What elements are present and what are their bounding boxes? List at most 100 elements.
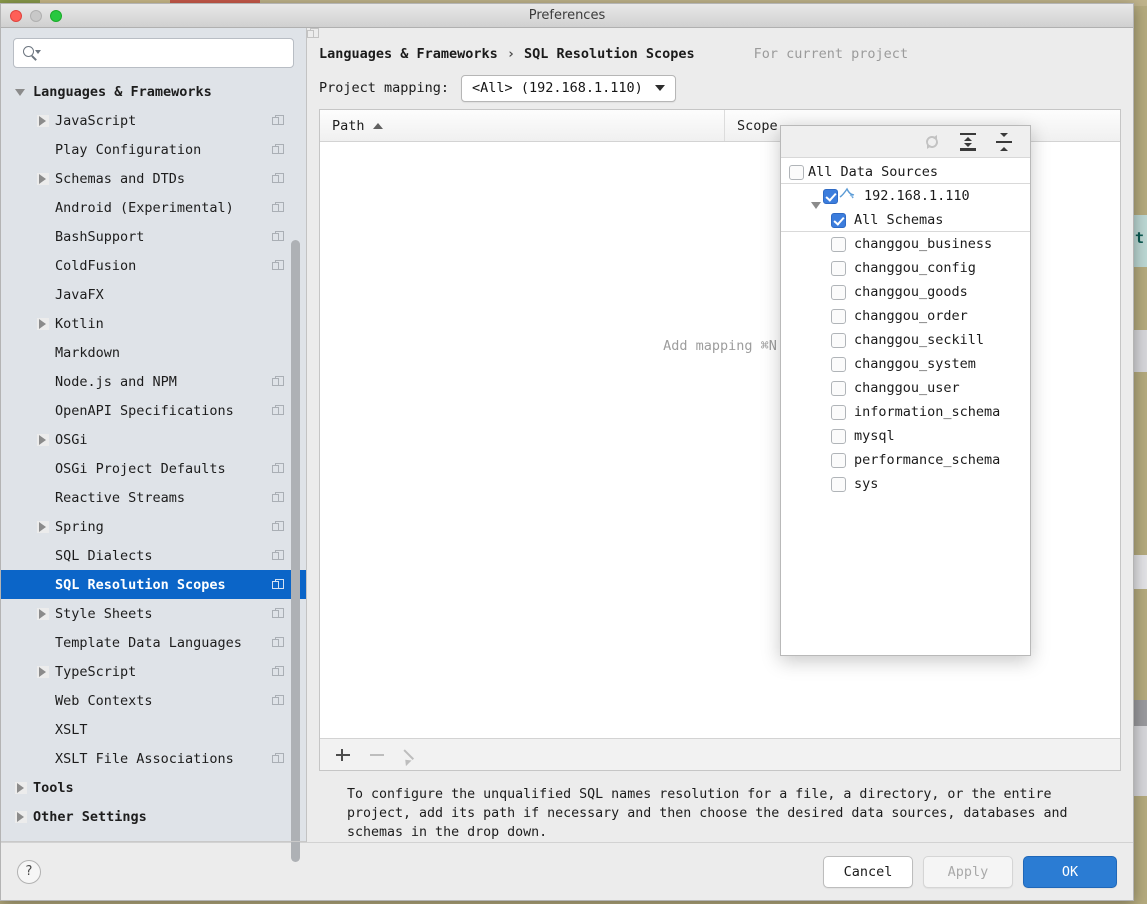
schema-list-item[interactable]: All Schemas — [781, 208, 1030, 232]
sidebar-scrollbar[interactable] — [291, 240, 300, 862]
sidebar-item-coldfusion[interactable]: ColdFusion — [1, 251, 306, 280]
apply-button[interactable]: Apply — [923, 855, 1013, 888]
sidebar-item-label: TypeScript — [55, 663, 137, 680]
chevron-right-icon[interactable] — [37, 114, 49, 127]
schema-list-item[interactable]: information_schema — [781, 400, 1030, 424]
dialog-buttons: Cancel Apply OK — [823, 855, 1117, 888]
expand-all-icon[interactable] — [958, 132, 978, 152]
chevron-right-icon[interactable] — [37, 172, 49, 185]
sidebar-item-node-js-and-npm[interactable]: Node.js and NPM — [1, 367, 306, 396]
schema-list-item[interactable]: sys — [781, 472, 1030, 496]
schema-list-item[interactable]: 192.168.1.110 — [781, 184, 1030, 209]
sidebar-item-label: Play Configuration — [55, 141, 202, 158]
schema-checkbox[interactable] — [831, 308, 846, 324]
copy-icon — [307, 28, 749, 60]
sidebar-item-spring[interactable]: Spring — [1, 512, 306, 541]
sort-ascending-icon — [372, 122, 383, 129]
sidebar-item-label: Languages & Frameworks — [33, 83, 212, 100]
window-body: Languages & Frameworks JavaScript Play Con… — [1, 28, 1133, 862]
schema-list-item[interactable]: changgou_user — [781, 376, 1030, 400]
sidebar-item-xslt[interactable]: XSLT — [1, 715, 306, 744]
search-input[interactable] — [40, 45, 285, 61]
collapse-all-icon[interactable] — [994, 132, 1014, 152]
schema-list-item-label: changgou_seckill — [854, 332, 985, 348]
remove-mapping-button[interactable] — [368, 746, 386, 764]
schema-checkbox[interactable] — [831, 380, 846, 396]
sidebar-item-languages-frameworks[interactable]: Languages & Frameworks — [1, 77, 306, 106]
column-header-scope[interactable]: Scope — [725, 118, 778, 134]
sidebar-item-label: SQL Dialects — [55, 547, 153, 564]
schema-selection-popup: All Data Sources 192.168.1.110 All Schemas… — [780, 125, 1031, 656]
sidebar-item-label: ColdFusion — [55, 257, 137, 274]
schema-list: All Data Sources 192.168.1.110 All Schemas… — [781, 158, 1030, 655]
sidebar-item-osgi-project-defaults[interactable]: OSGi Project Defaults — [1, 454, 306, 483]
schema-checkbox[interactable] — [831, 356, 846, 372]
chevron-down-icon[interactable] — [15, 86, 27, 98]
schema-checkbox[interactable] — [831, 404, 846, 420]
help-button[interactable]: ? — [17, 859, 41, 884]
schema-checkbox[interactable] — [831, 452, 846, 468]
sidebar-item-tools[interactable]: Tools — [1, 773, 306, 802]
schema-list-item[interactable]: changgou_goods — [781, 280, 1030, 304]
schema-list-item[interactable]: changgou_config — [781, 256, 1030, 280]
schema-list-item[interactable]: mysql — [781, 424, 1030, 448]
sidebar-item-reactive-streams[interactable]: Reactive Streams — [1, 483, 306, 512]
sidebar-item-sql-resolution-scopes[interactable]: SQL Resolution Scopes — [1, 570, 306, 599]
sidebar-item-play-configuration[interactable]: Play Configuration — [1, 135, 306, 164]
refresh-icon[interactable] — [922, 132, 942, 152]
sidebar-item-osgi[interactable]: OSGi — [1, 425, 306, 454]
copy-icon — [272, 404, 284, 417]
chevron-right-icon[interactable] — [15, 810, 27, 823]
schema-list-item[interactable]: changgou_system — [781, 352, 1030, 376]
chevron-right-icon[interactable] — [37, 520, 49, 533]
schema-list-item[interactable]: changgou_seckill — [781, 328, 1030, 352]
schema-list-item[interactable]: All Data Sources — [781, 160, 1030, 184]
sidebar-item-label: Markdown — [55, 344, 121, 361]
sidebar-item-style-sheets[interactable]: Style Sheets — [1, 599, 306, 628]
sidebar-item-xslt-file-associations[interactable]: XSLT File Associations — [1, 744, 306, 773]
sidebar-item-schemas-and-dtds[interactable]: Schemas and DTDs — [1, 164, 306, 193]
schema-list-item[interactable]: performance_schema — [781, 448, 1030, 472]
search-box[interactable] — [13, 38, 294, 68]
schema-checkbox[interactable] — [831, 284, 846, 300]
chevron-right-icon[interactable] — [37, 433, 49, 446]
schema-checkbox[interactable] — [823, 188, 838, 204]
schema-checkbox[interactable] — [831, 332, 846, 348]
sidebar-item-label: Web Contexts — [55, 692, 153, 709]
schema-checkbox[interactable] — [831, 476, 846, 492]
sidebar-item-web-contexts[interactable]: Web Contexts — [1, 686, 306, 715]
sidebar-item-label: Reactive Streams — [55, 489, 186, 506]
schema-list-item[interactable]: changgou_business — [781, 232, 1030, 256]
breadcrumb-root[interactable]: Languages & Frameworks — [319, 46, 498, 62]
column-header-path[interactable]: Path — [320, 110, 725, 141]
window-titlebar: Preferences — [1, 4, 1133, 28]
sidebar-item-kotlin[interactable]: Kotlin — [1, 309, 306, 338]
sidebar-item-markdown[interactable]: Markdown — [1, 338, 306, 367]
sidebar-item-other-settings[interactable]: Other Settings — [1, 802, 306, 831]
sidebar-item-bashsupport[interactable]: BashSupport — [1, 222, 306, 251]
chevron-right-icon[interactable] — [37, 665, 49, 678]
schema-checkbox[interactable] — [831, 260, 846, 276]
schema-checkbox[interactable] — [789, 164, 804, 180]
schema-checkbox[interactable] — [831, 236, 846, 252]
schema-checkbox[interactable] — [831, 212, 846, 228]
sidebar-item-sql-dialects[interactable]: SQL Dialects — [1, 541, 306, 570]
cancel-button[interactable]: Cancel — [823, 855, 913, 888]
sidebar-item-typescript[interactable]: TypeScript — [1, 657, 306, 686]
sidebar-item-openapi-specifications[interactable]: OpenAPI Specifications — [1, 396, 306, 425]
sidebar-item-javascript[interactable]: JavaScript — [1, 106, 306, 135]
schema-checkbox[interactable] — [831, 428, 846, 444]
ok-button[interactable]: OK — [1023, 855, 1117, 888]
schema-list-item[interactable]: changgou_order — [781, 304, 1030, 328]
sidebar-item-android-experimental[interactable]: Android (Experimental) — [1, 193, 306, 222]
chevron-right-icon[interactable] — [37, 317, 49, 330]
sidebar-item-javafx[interactable]: JavaFX — [1, 280, 306, 309]
edit-mapping-button[interactable] — [402, 746, 420, 766]
project-mapping-label: Project mapping: — [319, 80, 450, 96]
sidebar-item-template-data-languages[interactable]: Template Data Languages — [1, 628, 306, 657]
chevron-right-icon[interactable] — [15, 781, 27, 794]
chevron-right-icon[interactable] — [37, 607, 49, 620]
sidebar-item-label: Kotlin — [55, 315, 104, 332]
add-mapping-button[interactable] — [334, 746, 352, 764]
project-mapping-combobox[interactable]: <All> (192.168.1.110) — [461, 74, 676, 102]
